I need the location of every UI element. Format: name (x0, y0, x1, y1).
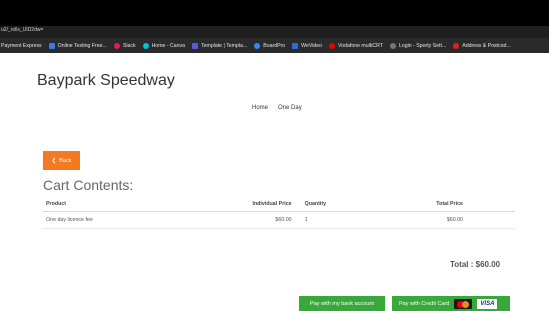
bookmark-item[interactable]: Payment Express (1, 43, 42, 49)
slack-icon (113, 42, 120, 49)
header-quantity: Quantity (294, 197, 376, 212)
chevron-left-icon: ❮ (51, 157, 57, 164)
bookmark-label: Home - Canva (151, 42, 186, 49)
bookmark-item[interactable]: BoardPro (254, 42, 286, 49)
bookmark-item[interactable]: Template | Templa... (192, 42, 248, 49)
checkbox-icon (48, 42, 55, 49)
bookmark-label: Login - Sporty Sett... (398, 42, 447, 49)
nav-item-one-day[interactable]: One Day (278, 105, 302, 111)
mastercard-icon (454, 298, 473, 309)
bookmarks-bar: Payment Express Online Testing Free... S… (0, 38, 549, 53)
address-icon (453, 42, 460, 49)
table-row: One day licence fee $60.00 1 $60.00 (43, 211, 515, 229)
cart-title: Cart Contents: (43, 177, 134, 193)
bookmark-label: Template | Templa... (201, 42, 248, 49)
bookmark-label: Address & Postcod... (462, 42, 511, 49)
back-button-label: Back (59, 157, 72, 164)
bookmark-label: BoardPro (263, 42, 286, 49)
pay-bank-label: Pay with my bank account (310, 300, 374, 307)
cell-total-price: $60.00 (375, 211, 515, 229)
back-button[interactable]: ❮ Back (43, 151, 80, 170)
bookmark-item[interactable]: Online Testing Free... (48, 42, 107, 49)
visa-icon: VISA (477, 298, 498, 309)
header-product: Product (43, 197, 228, 212)
bookmark-item[interactable]: Vodafone multiCRT (329, 42, 383, 49)
boardpro-icon (254, 42, 261, 49)
header-individual-price: Individual Price (227, 197, 295, 212)
main-nav: Home One Day (252, 105, 302, 111)
pay-bank-button[interactable]: Pay with my bank account (299, 296, 385, 311)
bookmark-item[interactable]: Slack (113, 42, 136, 49)
address-bar[interactable]: u2/_rolls_UID2dw= (0, 26, 549, 38)
cart-total: Total : $60.00 (450, 260, 501, 269)
globe-icon (389, 42, 396, 49)
bookmark-item[interactable]: Login - Sporty Sett... (389, 42, 447, 49)
cart-table: Product Individual Price Quantity Total … (43, 197, 515, 229)
cell-quantity: 1 (294, 211, 376, 229)
header-total-price: Total Price (375, 197, 515, 212)
bookmark-label: Online Testing Free... (57, 42, 107, 49)
bookmark-label: Payment Express (1, 42, 42, 49)
table-header-row: Product Individual Price Quantity Total … (43, 197, 515, 212)
wevideo-icon (292, 42, 299, 49)
cell-individual-price: $60.00 (227, 211, 295, 229)
bookmark-label: WeVideo (301, 42, 323, 49)
bookmark-item[interactable]: Address & Postcod... (453, 42, 511, 49)
template-icon (192, 42, 199, 49)
cell-product: One day licence fee (43, 211, 228, 229)
canva-icon (142, 42, 149, 49)
browser-top-bar (0, 0, 549, 26)
vodafone-icon (329, 42, 336, 49)
pay-card-label: Pay with Credit Card (399, 300, 450, 307)
bookmark-label: Vodafone multiCRT (338, 42, 383, 49)
pay-card-button[interactable]: Pay with Credit Card VISA (392, 296, 510, 311)
nav-item-home[interactable]: Home (252, 105, 268, 111)
url-text: u2/_rolls_UID2dw= (1, 27, 44, 33)
site-title: Baypark Speedway (37, 72, 175, 89)
bookmark-label: Slack (122, 42, 136, 49)
bookmark-item[interactable]: Home - Canva (142, 42, 186, 49)
bookmark-item[interactable]: WeVideo (292, 42, 323, 49)
